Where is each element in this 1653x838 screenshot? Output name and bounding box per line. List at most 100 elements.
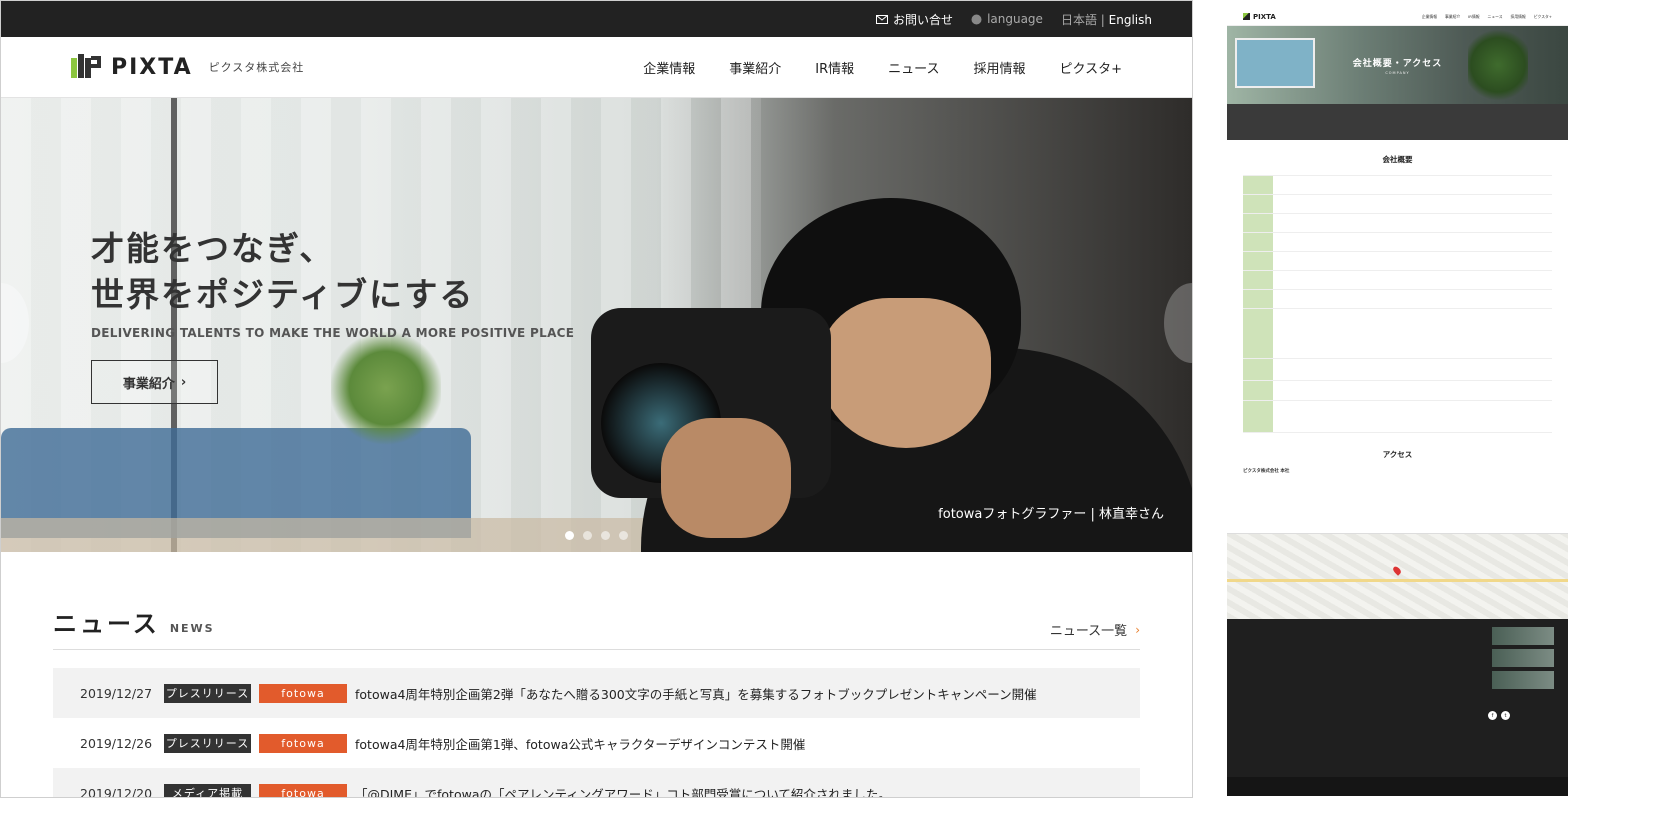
- mini-header: PIXTA 企業情報 事業紹介 IR情報 ニュース 採用情報 ピクスタ+: [1227, 8, 1568, 26]
- mini-footer-banner[interactable]: [1492, 649, 1554, 667]
- chevron-right-icon: ›: [180, 374, 187, 390]
- slider-dot[interactable]: [583, 531, 592, 540]
- news-item[interactable]: 2019/12/26 プレスリリース fotowa fotowa4周年特別企画第…: [53, 718, 1140, 768]
- mini-map[interactable]: [1227, 533, 1568, 619]
- site-logo[interactable]: PIXTA ピクスタ株式会社: [71, 52, 304, 82]
- slider-dot[interactable]: [601, 531, 610, 540]
- news-headline[interactable]: fotowa4周年特別企画第1弾、fotowa公式キャラクターデザインコンテスト…: [355, 734, 805, 753]
- mini-company-title: 会社概要: [1382, 155, 1413, 164]
- nav-item-pixta-plus[interactable]: ピクスタ+: [1059, 58, 1122, 77]
- mini-table-key: [1243, 401, 1273, 432]
- site-header: PIXTA ピクスタ株式会社 企業情報 事業紹介 IR情報 ニュース 採用情報 …: [1, 37, 1192, 98]
- hero-caption: fotowaフォトグラファー | 林直幸さん: [938, 507, 1164, 522]
- nav-item-recruit[interactable]: 採用情報: [973, 58, 1025, 77]
- news-brand-badge: fotowa: [259, 783, 347, 797]
- news-section: ニュース NEWS ニュース一覧 › 2019/12/27 プレスリリース fo…: [1, 552, 1192, 798]
- slider-dot[interactable]: [565, 531, 574, 540]
- mini-nav: 企業情報 事業紹介 IR情報 ニュース 採用情報 ピクスタ+: [1422, 14, 1552, 20]
- map-pin-icon: [1391, 565, 1403, 576]
- language-label: language: [987, 12, 1043, 26]
- mini-table-row: [1243, 271, 1552, 290]
- mini-table-key: [1243, 233, 1273, 251]
- mini-footer-banner[interactable]: [1492, 671, 1554, 689]
- lang-en-link[interactable]: English: [1109, 13, 1152, 27]
- hero-copy: 才能をつなぎ、 世界をポジティブにする DELIVERING TALENTS T…: [91, 226, 574, 404]
- mini-hero-photo-panel: [1235, 38, 1315, 88]
- mini-table-key: [1243, 359, 1273, 380]
- mini-map-road: [1227, 579, 1568, 582]
- twitter-icon[interactable]: t: [1501, 711, 1510, 720]
- nav-item-ir[interactable]: IR情報: [815, 58, 854, 77]
- mini-nav-item[interactable]: ピクスタ+: [1534, 14, 1552, 20]
- mini-table-value: [1273, 252, 1552, 270]
- news-list-label: ニュース一覧: [1049, 624, 1128, 639]
- mini-footer-banner[interactable]: [1492, 627, 1554, 645]
- mini-intro-band: [1227, 104, 1568, 140]
- company-page-preview: PIXTA 企業情報 事業紹介 IR情報 ニュース 採用情報 ピクスタ+ 会社概…: [1227, 0, 1568, 796]
- mini-access-body: ピクスタ株式会社 本社: [1243, 468, 1552, 474]
- hero-photo-hand: [661, 418, 791, 538]
- pixta-logo-icon: [1243, 13, 1250, 20]
- mini-nav-item[interactable]: 企業情報: [1422, 14, 1437, 20]
- nav-item-business[interactable]: 事業紹介: [729, 58, 781, 77]
- news-item[interactable]: 2019/12/27 プレスリリース fotowa fotowa4周年特別企画第…: [53, 668, 1140, 718]
- mini-nav-item[interactable]: 採用情報: [1511, 14, 1526, 20]
- news-brand-badge: fotowa: [259, 683, 347, 703]
- language-options: 日本語 | English: [1061, 11, 1152, 28]
- mini-logo[interactable]: PIXTA: [1243, 13, 1276, 21]
- nav-item-company[interactable]: 企業情報: [643, 58, 695, 77]
- nav-item-news[interactable]: ニュース: [888, 58, 939, 77]
- news-headline[interactable]: fotowa4周年特別企画第2弾「あなたへ贈る300文字の手紙と写真」を募集する…: [355, 684, 1037, 703]
- mini-top-bar: [1227, 0, 1568, 8]
- news-date: 2019/12/20: [80, 785, 153, 798]
- slider-next-button[interactable]: [1164, 283, 1192, 363]
- mini-footer: f t: [1227, 619, 1568, 777]
- hero-title: 才能をつなぎ、 世界をポジティブにする: [91, 229, 475, 314]
- slider-pagination: [565, 531, 628, 540]
- mini-table-row: [1243, 359, 1552, 381]
- mini-copyright-bar: [1227, 777, 1568, 796]
- global-nav: 企業情報 事業紹介 IR情報 ニュース 採用情報 ピクスタ+: [643, 58, 1122, 77]
- mini-table-key: [1243, 214, 1273, 232]
- lang-ja-link[interactable]: 日本語: [1061, 13, 1097, 27]
- news-category-badge: プレスリリース: [164, 683, 251, 703]
- mini-table-row: [1243, 195, 1552, 214]
- mini-table-key: [1243, 176, 1273, 194]
- hero-button-label: 事業紹介: [122, 376, 175, 392]
- mini-nav-item[interactable]: IR情報: [1468, 14, 1479, 20]
- slider-dot[interactable]: [619, 531, 628, 540]
- language-switch: language: [971, 12, 1043, 26]
- news-headline[interactable]: 「@DIME」でfotowaの「ペアレンティングアワード」コト部門受賞について紹…: [355, 784, 891, 798]
- mini-hero-title: 会社概要・アクセス: [1352, 58, 1443, 69]
- news-item[interactable]: 2019/12/20 メディア掲載 fotowa 「@DIME」でfotowaの…: [53, 768, 1140, 798]
- mini-table-value: [1273, 214, 1552, 232]
- mini-table-row: [1243, 290, 1552, 309]
- mini-table-row: [1243, 381, 1552, 401]
- facebook-icon[interactable]: f: [1488, 711, 1497, 720]
- hero-slider: 才能をつなぎ、 世界をポジティブにする DELIVERING TALENTS T…: [1, 98, 1192, 552]
- mini-table-key: [1243, 381, 1273, 400]
- mini-company-table: [1243, 175, 1552, 433]
- news-list-link[interactable]: ニュース一覧 ›: [1049, 620, 1140, 640]
- news-date: 2019/12/26: [80, 735, 153, 751]
- mini-hero-subtitle: COMPANY: [1385, 70, 1410, 75]
- mini-access-title: アクセス: [1382, 450, 1413, 459]
- news-title: ニュース NEWS: [53, 604, 215, 639]
- mini-hero: 会社概要・アクセス COMPANY: [1227, 26, 1568, 104]
- mini-table-value: [1273, 233, 1552, 251]
- mini-hero-photo-plant: [1468, 26, 1528, 104]
- news-header: ニュース NEWS ニュース一覧 ›: [53, 604, 1140, 650]
- mini-table-row: [1243, 233, 1552, 252]
- mini-table-value: [1273, 359, 1552, 380]
- hero-business-button[interactable]: 事業紹介 ›: [91, 360, 218, 404]
- main-site-window: お問い合せ language 日本語 | English PIXTA ピクスタ株…: [0, 0, 1193, 798]
- news-title-en: NEWS: [169, 622, 215, 635]
- mini-footer-banners: [1492, 627, 1554, 689]
- mini-table-key: [1243, 271, 1273, 289]
- news-title-jp: ニュース: [53, 610, 160, 638]
- mini-nav-item[interactable]: ニュース: [1488, 14, 1503, 20]
- mini-nav-item[interactable]: 事業紹介: [1445, 14, 1460, 20]
- contact-link[interactable]: お問い合せ: [876, 11, 953, 28]
- globe-icon: [971, 14, 982, 24]
- mini-table-value: [1273, 290, 1552, 308]
